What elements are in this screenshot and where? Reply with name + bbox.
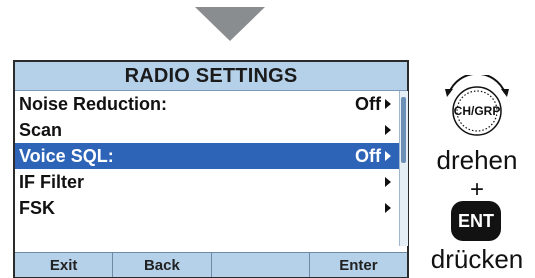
chevron-right-icon [385, 151, 391, 161]
menu-item-label: FSK [19, 197, 55, 218]
menu-item-if-filter[interactable]: IF Filter [15, 169, 399, 195]
down-arrow-icon [195, 7, 265, 41]
menu-item-label: Scan [19, 119, 63, 140]
enter-softkey[interactable]: Enter [309, 253, 407, 277]
menu-item-label: Noise Reduction: [19, 93, 168, 114]
scrollbar-thumb[interactable] [401, 97, 406, 163]
menu-item-scan[interactable]: Scan [15, 117, 399, 143]
softkey-bar: Exit Back Enter [15, 252, 407, 277]
scrollbar[interactable] [399, 91, 408, 246]
menu-item-value: Off [355, 145, 381, 166]
chevron-right-icon [385, 203, 391, 213]
menu-item-value: Off [355, 93, 381, 114]
exit-softkey[interactable]: Exit [15, 253, 114, 277]
chevron-right-icon [385, 99, 391, 109]
menu-item-label: Voice SQL: [19, 145, 114, 166]
press-instruction: drücken [430, 244, 524, 274]
screen-title: RADIO SETTINGS [15, 62, 407, 91]
plus-sign: + [469, 176, 484, 203]
menu-item-noise-reduction[interactable]: Noise Reduction: Off [15, 91, 399, 117]
menu-item-fsk[interactable]: FSK [15, 195, 399, 221]
ent-key[interactable]: ENT [451, 201, 501, 241]
knob-label: CH/GRP [453, 104, 501, 118]
menu-item-label: IF Filter [19, 171, 85, 192]
menu-item-voice-sql[interactable]: Voice SQL: Off [15, 143, 399, 169]
settings-menu: Noise Reduction: Off Scan Voice SQL: Off… [15, 91, 399, 221]
blank-softkey[interactable] [211, 253, 310, 277]
back-softkey[interactable]: Back [113, 253, 212, 277]
radio-display: RADIO SETTINGS Noise Reduction: Off Scan… [13, 60, 409, 278]
ch-grp-knob[interactable]: CH/GRP [435, 75, 519, 139]
chevron-right-icon [385, 177, 391, 187]
chevron-right-icon [385, 125, 391, 135]
turn-instruction: drehen [436, 145, 518, 175]
